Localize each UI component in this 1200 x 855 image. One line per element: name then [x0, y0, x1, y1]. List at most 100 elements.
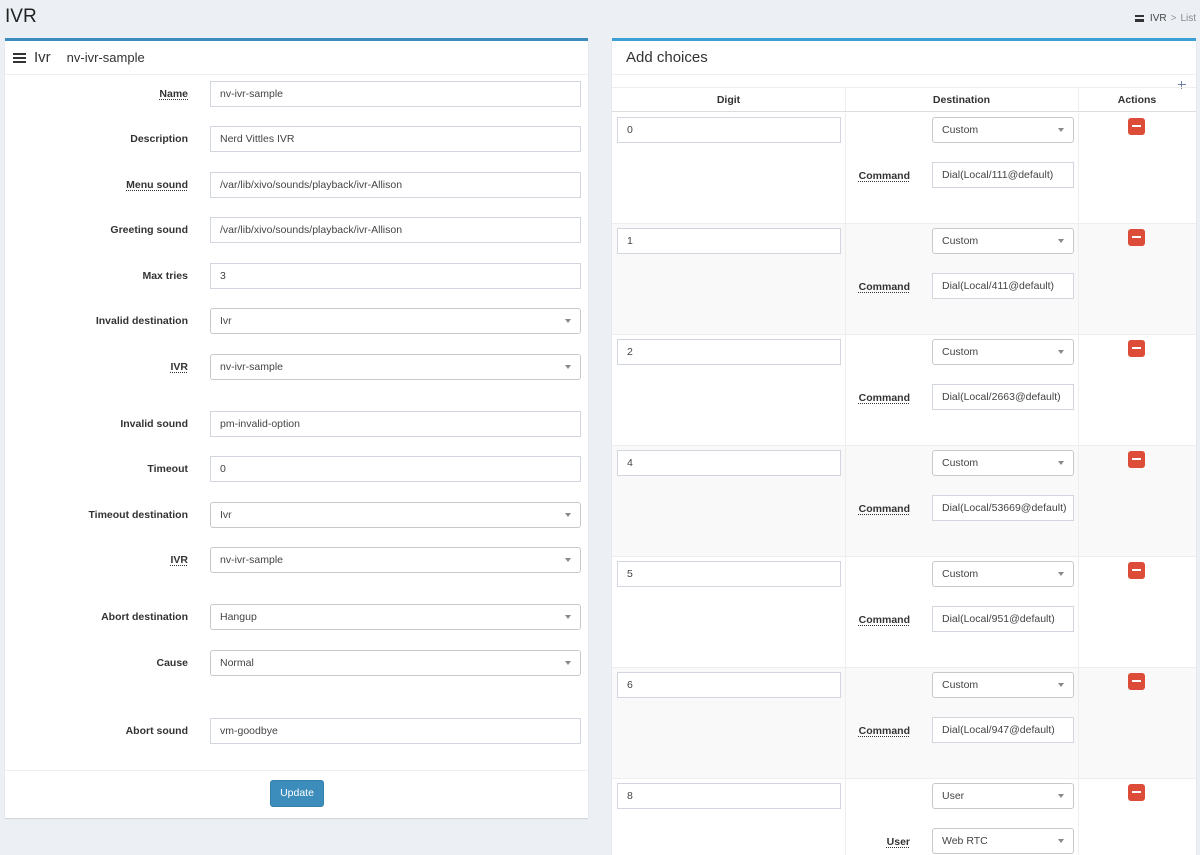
timeout-input[interactable]: 0	[210, 456, 581, 482]
minus-icon[interactable]	[1128, 229, 1145, 246]
chevron-down-icon	[1058, 461, 1064, 465]
column-divider	[1078, 113, 1079, 223]
chevron-down-icon	[565, 615, 571, 619]
list-icon	[1134, 15, 1144, 22]
chevron-down-icon	[1058, 683, 1064, 687]
digit-input[interactable]: 4	[617, 450, 841, 476]
digit-input[interactable]: 1	[617, 228, 841, 254]
description-row: Description Nerd Vittles IVR	[5, 126, 588, 152]
column-actions: Actions	[1117, 94, 1157, 106]
command-label: Command	[858, 725, 910, 737]
minus-icon[interactable]	[1128, 340, 1145, 357]
command-label: Command	[858, 503, 910, 515]
column-divider	[1078, 224, 1079, 334]
command-input[interactable]: Dial(Local/111@default)	[932, 162, 1074, 188]
digit-input[interactable]: 5	[617, 561, 841, 587]
timeout-ivr-select[interactable]: nv-ivr-sample	[210, 547, 581, 573]
column-divider	[845, 557, 846, 667]
destination-value: Custom	[942, 124, 979, 136]
digit-input[interactable]: 6	[617, 672, 841, 698]
invalid-destination-select[interactable]: Ivr	[210, 308, 581, 334]
command-input[interactable]: Dial(Local/2663@default)	[932, 384, 1074, 410]
description-label: Description	[130, 133, 188, 145]
greeting-sound-input[interactable]: /var/lib/xivo/sounds/playback/ivr-Alliso…	[210, 217, 581, 243]
chevron-down-icon	[1058, 572, 1064, 576]
greeting-sound-label: Greeting sound	[110, 224, 188, 236]
destination-select[interactable]: Custom	[932, 228, 1074, 254]
timeout-label: Timeout	[147, 463, 188, 475]
minus-icon[interactable]	[1128, 673, 1145, 690]
digit-input[interactable]: 0	[617, 117, 841, 143]
name-input[interactable]: nv-ivr-sample	[210, 81, 581, 107]
destination-select[interactable]: Custom	[932, 450, 1074, 476]
minus-icon[interactable]	[1128, 784, 1145, 801]
column-digit: Digit	[716, 94, 741, 106]
invalid-destination-row: Invalid destination Ivr	[5, 308, 588, 334]
invalid-ivr-row: IVR nv-ivr-sample	[5, 354, 588, 380]
panel-title: Ivr	[34, 49, 51, 66]
column-divider	[845, 224, 846, 334]
cause-row: Cause Normal	[5, 650, 588, 676]
command-input[interactable]: Dial(Local/411@default)	[932, 273, 1074, 299]
column-divider	[845, 668, 846, 778]
chevron-down-icon	[1058, 794, 1064, 798]
max-tries-input[interactable]: 3	[210, 263, 581, 289]
invalid-ivr-select[interactable]: nv-ivr-sample	[210, 354, 581, 380]
greeting-sound-row: Greeting sound /var/lib/xivo/sounds/play…	[5, 217, 588, 243]
minus-icon[interactable]	[1128, 118, 1145, 135]
panel-subtitle: nv-ivr-sample	[66, 50, 145, 65]
command-label: Command	[858, 392, 910, 404]
digit-input[interactable]: 8	[617, 783, 841, 809]
cause-select[interactable]: Normal	[210, 650, 581, 676]
chevron-down-icon	[1058, 350, 1064, 354]
timeout-destination-select[interactable]: Ivr	[210, 502, 581, 528]
minus-icon[interactable]	[1128, 562, 1145, 579]
table-row: 5 Custom Command Dial(Local/951@default)	[612, 557, 1196, 668]
choices-header: Add choices	[612, 41, 1196, 75]
chevron-down-icon	[1058, 839, 1064, 843]
destination-select[interactable]: Custom	[932, 339, 1074, 365]
page-title: IVR	[5, 6, 37, 27]
description-input[interactable]: Nerd Vittles IVR	[210, 126, 581, 152]
timeout-row: Timeout 0	[5, 456, 588, 482]
command-input[interactable]: Dial(Local/53669@default)	[932, 495, 1074, 521]
menu-sound-input[interactable]: /var/lib/xivo/sounds/playback/ivr-Alliso…	[210, 172, 581, 198]
abort-destination-select[interactable]: Hangup	[210, 604, 581, 630]
choices-title: Add choices	[626, 49, 708, 66]
column-divider	[1078, 779, 1079, 855]
column-divider	[1078, 668, 1079, 778]
command-input[interactable]: Dial(Local/947@default)	[932, 717, 1074, 743]
column-divider	[845, 779, 846, 855]
form-footer: Update	[5, 770, 588, 821]
hamburger-menu-icon[interactable]	[13, 52, 26, 63]
destination-select[interactable]: Custom	[932, 117, 1074, 143]
table-row: 6 Custom Command Dial(Local/947@default)	[612, 668, 1196, 779]
destination-select[interactable]: Custom	[932, 672, 1074, 698]
destination-select[interactable]: User	[932, 783, 1074, 809]
table-row: 0 Custom Command Dial(Local/111@default)	[612, 113, 1196, 224]
update-button[interactable]: Update	[270, 780, 324, 807]
ivr-form-panel: Ivr nv-ivr-sample Name nv-ivr-sample Des…	[5, 38, 588, 818]
command-input[interactable]: Dial(Local/951@default)	[932, 606, 1074, 632]
invalid-ivr-value: nv-ivr-sample	[220, 361, 284, 373]
chevron-down-icon	[565, 513, 571, 517]
chevron-down-icon	[565, 558, 571, 562]
invalid-destination-label: Invalid destination	[95, 315, 188, 327]
column-divider	[845, 113, 846, 223]
menu-sound-label: Menu sound	[126, 179, 188, 191]
destination-value: Custom	[942, 346, 979, 358]
user-select[interactable]: Web RTC	[932, 828, 1074, 854]
abort-destination-label: Abort destination	[101, 611, 188, 623]
ivr-form-header: Ivr nv-ivr-sample	[5, 41, 588, 75]
choices-table-header: Digit Destination Actions	[612, 87, 1196, 112]
destination-select[interactable]: Custom	[932, 561, 1074, 587]
digit-input[interactable]: 2	[617, 339, 841, 365]
abort-destination-value: Hangup	[220, 611, 257, 623]
abort-sound-input[interactable]: vm-goodbye	[210, 718, 581, 744]
breadcrumb-ivr-link[interactable]: IVR	[1150, 13, 1167, 24]
invalid-sound-label: Invalid sound	[120, 418, 188, 430]
invalid-sound-input[interactable]: pm-invalid-option	[210, 411, 581, 437]
minus-icon[interactable]	[1128, 451, 1145, 468]
column-divider	[1078, 446, 1079, 556]
breadcrumb-current: List	[1180, 13, 1196, 24]
